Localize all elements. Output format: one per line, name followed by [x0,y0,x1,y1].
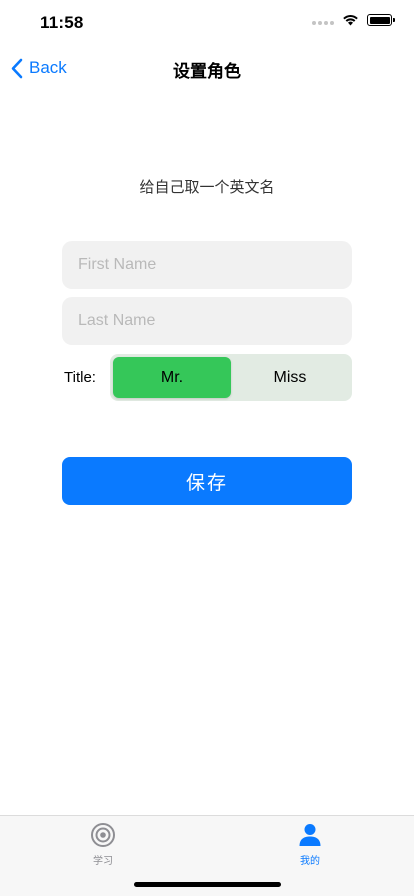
wifi-icon [343,15,358,26]
home-indicator [134,882,281,887]
navigation-bar: Back 设置角色 [0,46,414,90]
segment-miss[interactable]: Miss [231,357,349,398]
segment-mr[interactable]: Mr. [113,357,231,398]
status-time: 11:58 [40,13,84,32]
status-icons [312,14,395,26]
page-title: 设置角色 [173,62,241,81]
name-prompt: 给自己取一个英文名 [139,179,275,196]
title-row: Title: Mr. Miss [62,354,352,402]
tab-study-label: 学习 [93,856,113,867]
title-label: Title: [64,369,96,386]
status-bar: 11:58 [0,0,414,46]
tab-mine-label: 我的 [300,856,320,867]
tab-study[interactable]: 学习 [63,822,143,867]
target-icon [91,823,115,847]
save-button[interactable]: 保存 [62,457,352,505]
battery-icon [367,14,395,26]
last-name-input[interactable] [62,297,352,345]
title-segmented-control: Mr. Miss [110,354,352,401]
first-name-input[interactable] [62,241,352,289]
signal-dots-icon [312,15,334,25]
person-icon [299,824,321,846]
tab-mine[interactable]: 我的 [270,822,350,867]
